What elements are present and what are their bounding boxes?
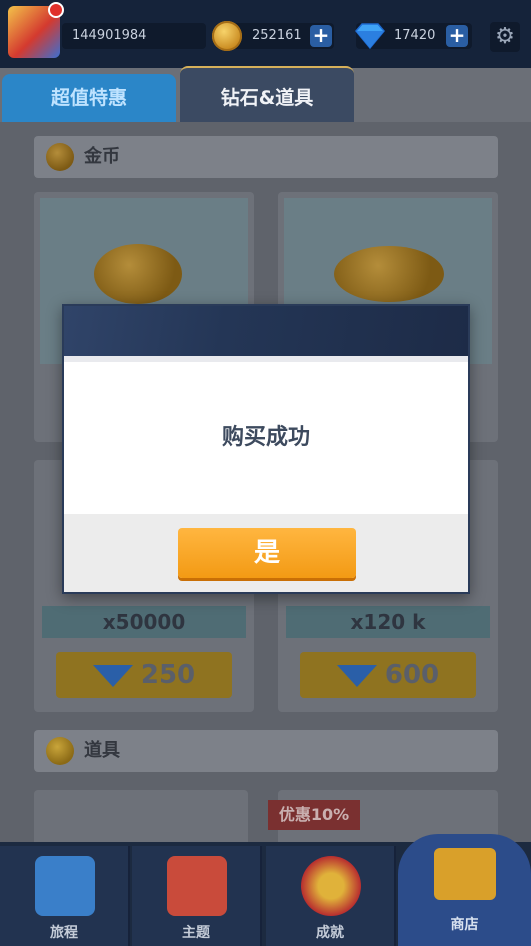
dialog-header — [64, 306, 468, 356]
dialog-message: 购买成功 — [221, 425, 310, 450]
purchase-success-dialog: 购买成功 是 — [62, 304, 470, 594]
confirm-button[interactable]: 是 — [178, 528, 356, 578]
